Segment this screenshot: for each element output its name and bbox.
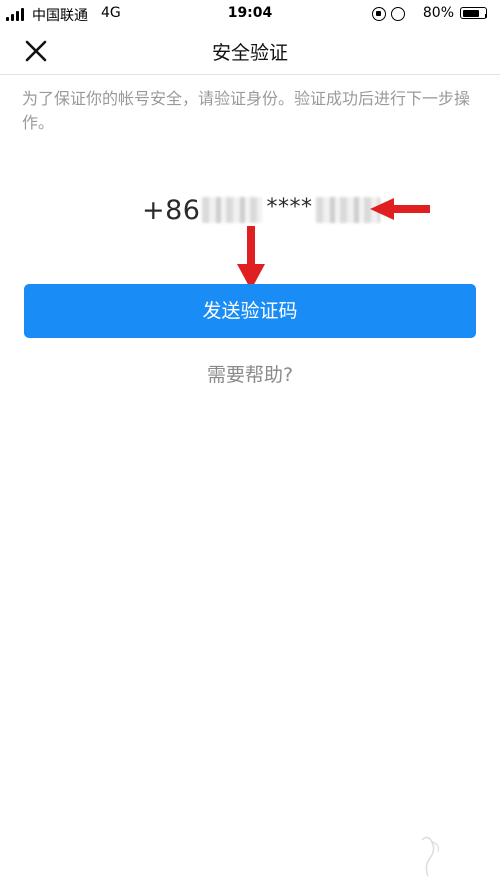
battery-percent: 80% (422, 5, 454, 21)
country-code: +86 (142, 194, 201, 226)
watermark-logo (421, 836, 439, 877)
annotation-arrow-down (237, 226, 265, 290)
battery-cap (485, 14, 487, 18)
status-bar: 中国联通 4G 19:04 80% (0, 0, 500, 28)
masked-digits: **** (266, 194, 313, 220)
nav-bar: 安全验证 (0, 28, 500, 75)
battery-fill (462, 9, 480, 17)
alarm-icon (391, 7, 405, 21)
rotation-lock-icon (372, 7, 386, 21)
help-link[interactable]: 需要帮助? (0, 360, 500, 387)
blurred-digits (202, 197, 263, 223)
phone-number: +86 **** (142, 193, 382, 227)
send-code-button[interactable]: 发送验证码 (24, 284, 476, 338)
page-title: 安全验证 (211, 42, 288, 64)
annotation-arrow-left (370, 198, 430, 220)
verification-description: 为了保证你的帐号安全，请验证身份。验证成功后进行下一步操作。 (22, 89, 471, 132)
battery-icon (460, 7, 487, 19)
